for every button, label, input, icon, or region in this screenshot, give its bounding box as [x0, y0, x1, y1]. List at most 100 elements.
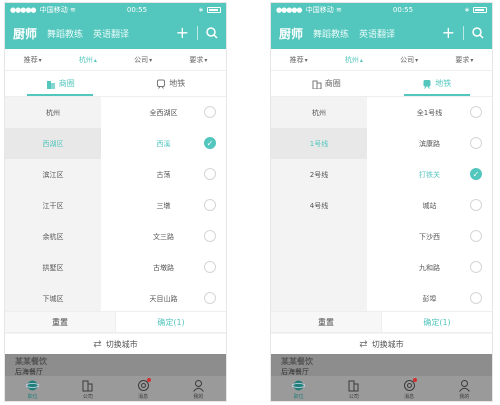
status-right: ∗ [464, 6, 487, 14]
radio-icon[interactable] [470, 106, 482, 118]
area-item[interactable]: 古墩路 [101, 252, 226, 283]
filter-recommend[interactable]: 推荐▾ [24, 55, 42, 65]
unread-dot [412, 378, 417, 382]
area-item[interactable]: 全西湖区 [101, 97, 226, 128]
radio-icon[interactable] [204, 230, 216, 242]
radio-icon[interactable] [204, 106, 216, 118]
signal-icon: ●●●●● [10, 6, 37, 14]
switch-city-button[interactable]: ⇄ 切换城市 [5, 334, 226, 354]
tab-profile[interactable]: 我的 [192, 379, 205, 400]
area-item[interactable]: 三墩 [101, 190, 226, 221]
status-right: ∗ [198, 6, 221, 14]
area-item[interactable]: 西溪 ✓ [101, 128, 226, 159]
station-item[interactable]: 全1号线 [367, 97, 492, 128]
filter-require-label: 要求 [189, 55, 204, 64]
metro-line-item[interactable]: 4号线 [271, 190, 367, 221]
nav-tab-translate[interactable]: 英语翻译 [359, 27, 395, 40]
nav-tab-chef[interactable]: 厨师 [279, 25, 303, 42]
search-icon[interactable] [206, 27, 218, 39]
radio-icon[interactable] [470, 230, 482, 242]
district-item[interactable]: 杭州 [5, 97, 101, 128]
nav-tab-translate[interactable]: 英语翻译 [93, 27, 129, 40]
district-item[interactable]: 滨江区 [5, 159, 101, 190]
chevron-down-icon: ▾ [38, 56, 42, 64]
reset-button[interactable]: 重置 [5, 312, 115, 332]
filter-company[interactable]: 公司▾ [400, 55, 418, 65]
station-item[interactable]: 打铁关 ✓ [367, 159, 492, 190]
nav-tab-dance[interactable]: 舞蹈教练 [47, 27, 83, 40]
radio-icon[interactable] [470, 292, 482, 304]
district-item[interactable]: 余杭区 [5, 221, 101, 252]
tab-metro[interactable]: 地铁 [382, 71, 493, 96]
radio-icon[interactable] [470, 137, 482, 149]
tab-company-label: 公司 [348, 394, 359, 400]
radio-icon[interactable] [470, 261, 482, 273]
station-item[interactable]: 九和路 [367, 252, 492, 283]
district-item[interactable]: 西湖区 [5, 128, 101, 159]
search-icon[interactable] [472, 27, 484, 39]
tab-business-district[interactable]: 商圈 [5, 71, 116, 96]
filter-require[interactable]: 要求▾ [455, 55, 473, 65]
bluetooth-icon: ∗ [198, 6, 204, 14]
switch-city-button[interactable]: ⇄ 切换城市 [271, 334, 492, 354]
bottom-tab-bar: 职位 公司 消息 我的 [271, 376, 492, 401]
filter-recommend-label: 推荐 [289, 55, 304, 64]
tab-jobs[interactable]: 职位 [292, 379, 306, 400]
reset-button[interactable]: 重置 [271, 312, 381, 332]
area-label: 全西湖区 [149, 108, 178, 117]
location-type-tabs: 商圈 地铁 [5, 71, 226, 97]
tab-metro-label: 地铁 [435, 79, 452, 88]
tab-company[interactable]: 公司 [347, 379, 360, 400]
metro-icon [423, 79, 431, 89]
area-item[interactable]: 天目山路 [101, 283, 226, 314]
plus-icon[interactable]: + [176, 25, 189, 41]
nav-tab-dance[interactable]: 舞蹈教练 [313, 27, 349, 40]
check-icon[interactable]: ✓ [470, 168, 482, 180]
nav-actions: + [442, 25, 484, 41]
filter-recommend[interactable]: 推荐▾ [290, 55, 308, 65]
district-item[interactable]: 下城区 [5, 283, 101, 314]
tab-metro[interactable]: 地铁 [116, 71, 227, 96]
confirm-button[interactable]: 确定(1) [115, 312, 226, 332]
filter-company-label: 公司 [400, 55, 415, 64]
carrier-label: 中国移动 [305, 6, 334, 14]
tab-profile[interactable]: 我的 [458, 379, 471, 400]
metro-line-item[interactable]: 2号线 [271, 159, 367, 190]
swap-icon: ⇄ [93, 338, 102, 350]
station-label: 全1号线 [416, 108, 443, 117]
radio-icon[interactable] [204, 168, 216, 180]
nav-tab-chef[interactable]: 厨师 [13, 25, 37, 42]
radio-icon[interactable] [470, 199, 482, 211]
tab-messages[interactable]: 消息 [403, 378, 417, 400]
area-item[interactable]: 文三路 [101, 221, 226, 252]
radio-icon[interactable] [204, 261, 216, 273]
confirm-button[interactable]: 确定(1) [381, 312, 492, 332]
station-item[interactable]: 彭埠 [367, 283, 492, 314]
status-left: ●●●●● 中国移动 ≋ [10, 5, 76, 15]
tab-jobs[interactable]: 职位 [26, 379, 40, 400]
carrier-label: 中国移动 [39, 6, 68, 14]
switch-city-label: 切换城市 [371, 339, 404, 349]
area-item[interactable]: 古荡 [101, 159, 226, 190]
radio-icon[interactable] [204, 199, 216, 211]
metro-line-item[interactable]: 杭州 [271, 97, 367, 128]
station-item[interactable]: 下沙西 [367, 221, 492, 252]
filter-company[interactable]: 公司▾ [134, 55, 152, 65]
district-item[interactable]: 江干区 [5, 190, 101, 221]
tab-messages[interactable]: 消息 [137, 378, 151, 400]
area-label: 三墩 [156, 201, 171, 210]
filter-require[interactable]: 要求▾ [189, 55, 207, 65]
battery-icon [472, 7, 487, 13]
tab-company[interactable]: 公司 [81, 379, 94, 400]
radio-icon[interactable] [204, 292, 216, 304]
tab-business-district[interactable]: 商圈 [271, 71, 382, 96]
status-bar: ●●●●● 中国移动 ≋ 00:55 ∗ [5, 3, 226, 17]
check-icon[interactable]: ✓ [204, 137, 216, 149]
plus-icon[interactable]: + [442, 25, 455, 41]
station-item[interactable]: 城站 [367, 190, 492, 221]
metro-line-item[interactable]: 1号线 [271, 128, 367, 159]
station-item[interactable]: 滨康路 [367, 128, 492, 159]
filter-city[interactable]: 杭州▴ [79, 55, 97, 65]
filter-city[interactable]: 杭州▴ [345, 55, 363, 65]
district-item[interactable]: 拱墅区 [5, 252, 101, 283]
